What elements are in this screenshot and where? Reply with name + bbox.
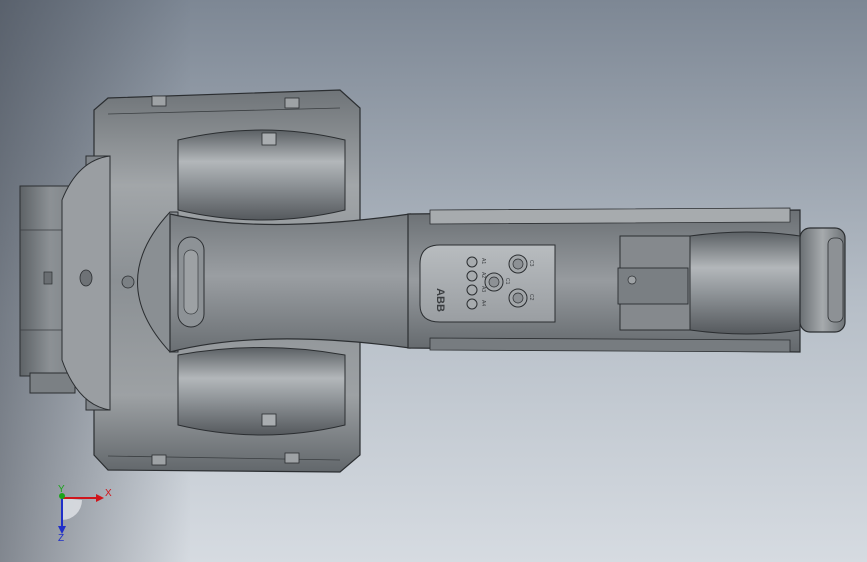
x-axis-arrow (96, 494, 104, 502)
orientation-triad[interactable]: X Z Y (0, 0, 867, 562)
3d-viewport[interactable]: ABB A1 A2 A3 A4 C1 C2 C3 X Z Y (0, 0, 867, 562)
z-axis-label: Z (58, 533, 64, 544)
x-axis-label: X (105, 488, 112, 499)
y-axis-label: Y (58, 484, 65, 495)
